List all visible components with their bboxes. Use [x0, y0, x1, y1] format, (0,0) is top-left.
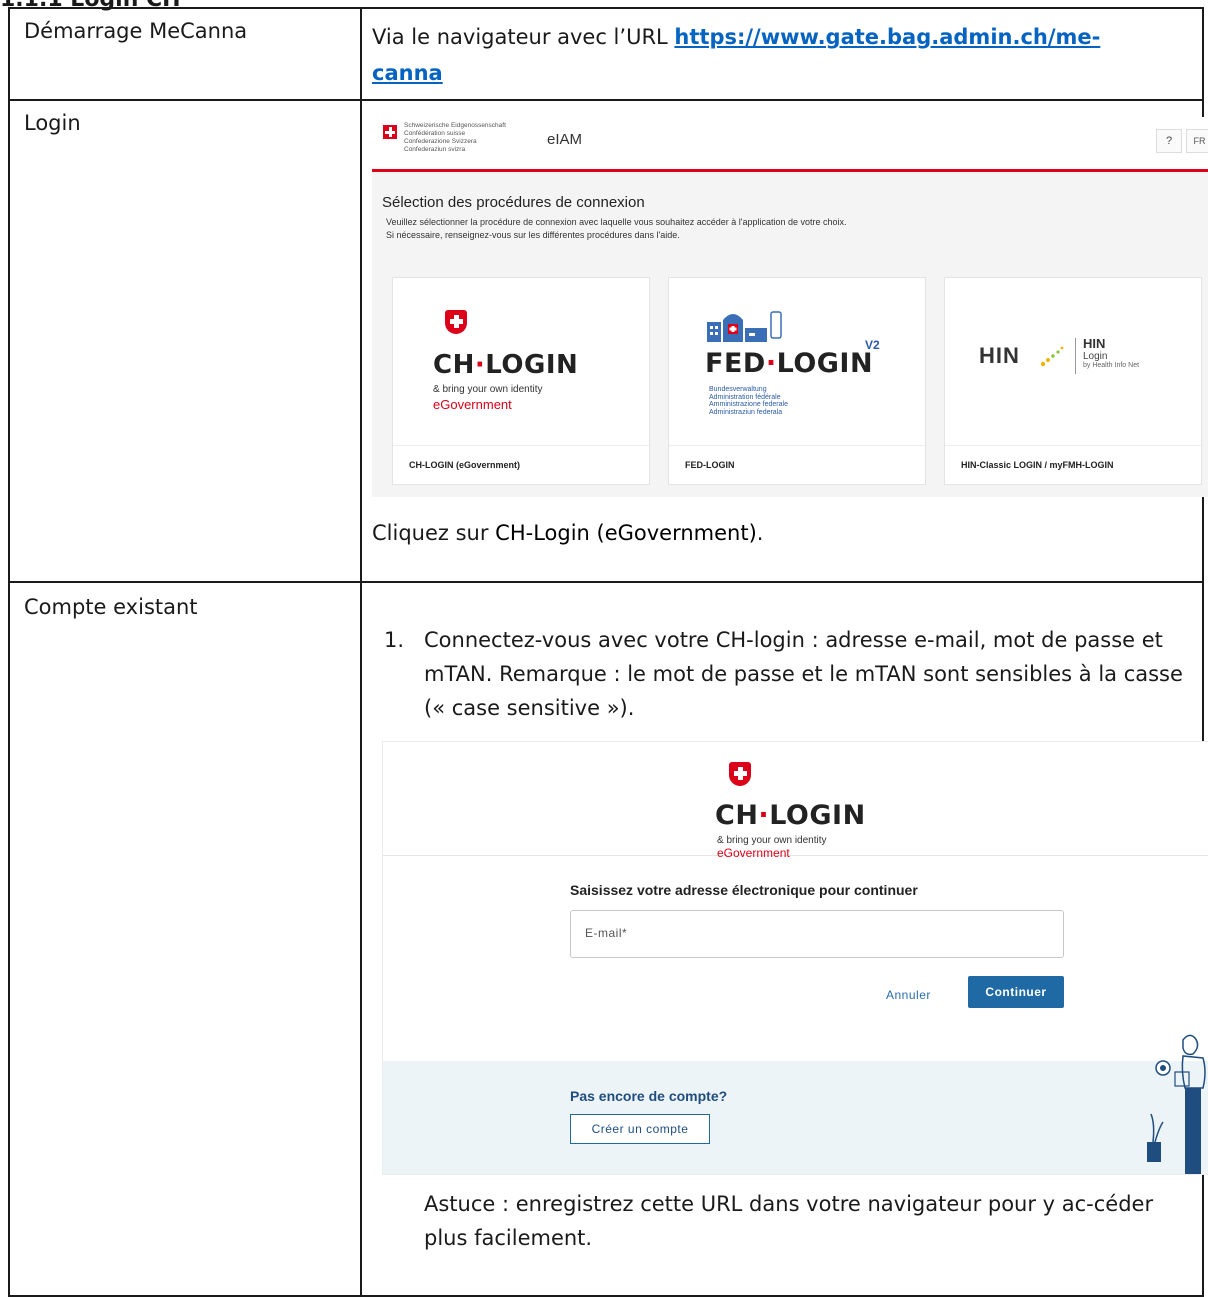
fed-admin-lines: Bundesverwaltung Administration fédérale…	[709, 386, 788, 416]
swiss-shield-icon	[729, 762, 751, 786]
swiss-shield-icon	[445, 310, 467, 334]
login-instruction: Cliquez sur CH-Login (eGovernment).	[372, 521, 764, 545]
card-ch-login[interactable]: CH·LOGIN & bring your own identity eGove…	[392, 277, 650, 485]
instruction-table: Démarrage MeCanna Via le navigateur avec…	[8, 7, 1208, 1297]
url-prefix: Via le navigateur avec l’URL	[372, 25, 675, 49]
hin-title: HIN	[1083, 336, 1106, 351]
help-icon[interactable]: ?	[1156, 129, 1182, 153]
create-account-button[interactable]: Créer un compte	[570, 1114, 710, 1144]
row-content-login: Schweizerische Eidgenossenschaft Confédé…	[360, 99, 1208, 583]
tip-text: Astuce : enregistrez cette URL dans votr…	[424, 1192, 1154, 1250]
email-prompt: Saisissez votre adresse électronique pou…	[570, 882, 918, 898]
swiss-flag-icon	[383, 125, 397, 139]
row-content-existing: 1. Connectez-vous avec votre CH-login : …	[360, 581, 1208, 1297]
row-existing: Compte existant 1. Connectez-vous avec v…	[8, 581, 1208, 1297]
cancel-button[interactable]: Annuler	[886, 988, 931, 1002]
row-label-existing: Compte existant	[8, 581, 362, 1297]
ch-login-screenshot: CH·LOGIN & bring your own identity eGove…	[382, 741, 1208, 1175]
fed-login-wordmark: FED·LOGIN	[705, 348, 874, 379]
card-label: FED-LOGIN	[685, 460, 735, 470]
card-hin-login[interactable]: HIN HIN Login by Health Info Net HIN-Cla…	[944, 277, 1202, 485]
federal-buildings-icon	[707, 311, 782, 342]
row-label-start: Démarrage MeCanna	[8, 7, 362, 101]
ch-login-target: CH-Login (eGovernment)	[495, 521, 757, 545]
row-start: Démarrage MeCanna Via le navigateur avec…	[8, 7, 1204, 101]
hin-wordmark: HIN	[979, 343, 1020, 368]
card-label: HIN-Classic LOGIN / myFMH-LOGIN	[961, 460, 1114, 470]
url-line: Via le navigateur avec l’URL https://www…	[372, 19, 1196, 91]
eiam-screenshot: Schweizerische Eidgenossenschaft Confédé…	[372, 117, 1208, 497]
step-number: 1.	[384, 628, 405, 652]
email-field[interactable]: E-mail*	[570, 910, 1064, 958]
continue-button[interactable]: Continuer	[968, 976, 1064, 1008]
hin-mark-icon	[1040, 346, 1064, 367]
selection-title: Sélection des procédures de connexion	[382, 194, 645, 211]
selection-description: Veuillez sélectionner la procédure de co…	[386, 217, 847, 240]
email-placeholder: E-mail*	[585, 926, 628, 940]
row-label-login: Login	[8, 99, 362, 583]
federal-names: Schweizerische Eidgenossenschaft Confédé…	[404, 122, 506, 153]
hin-sub-login: Login	[1083, 351, 1108, 362]
person-illustration-icon	[1147, 1034, 1206, 1174]
card-fed-login[interactable]: V2 FED·LOGIN Bundesverwaltung Administra…	[668, 277, 926, 485]
no-account-heading: Pas encore de compte?	[570, 1088, 728, 1104]
card-label: CH-LOGIN (eGovernment)	[409, 460, 521, 470]
row-content-start: Via le navigateur avec l’URL https://www…	[360, 7, 1204, 101]
eiam-header: Schweizerische Eidgenossenschaft Confédé…	[372, 117, 1208, 172]
step-1: 1. Connectez-vous avec votre CH-login : …	[372, 623, 1196, 725]
step-text: Connectez-vous avec votre CH-login : adr…	[424, 628, 1183, 720]
ch-login-header: CH·LOGIN & bring your own identity eGove…	[383, 742, 1208, 860]
row-login: Login Schweizerische Eidgenossenschaft C…	[8, 99, 1208, 583]
language-selector[interactable]: FR ▾	[1186, 129, 1208, 153]
eiam-app-title: eIAM	[547, 131, 583, 148]
hin-sub-by: by Health Info Net	[1083, 362, 1140, 369]
signup-area	[383, 1061, 1208, 1174]
